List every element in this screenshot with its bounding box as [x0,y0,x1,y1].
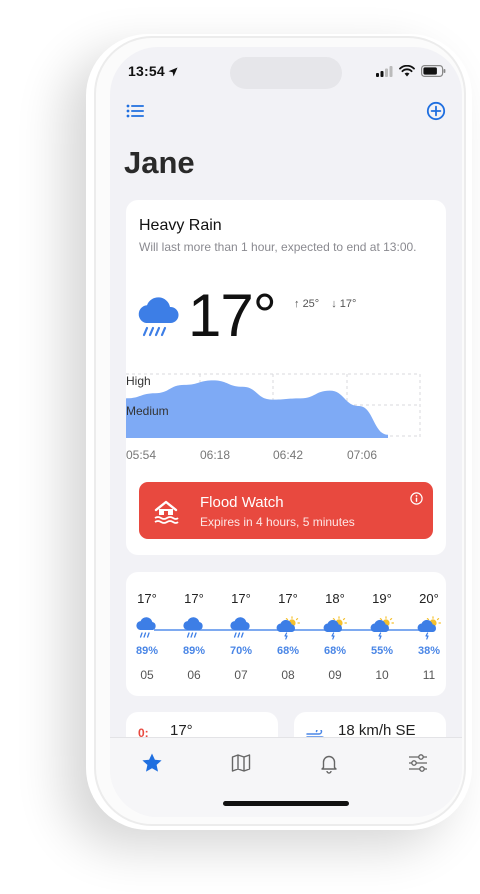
hourly-precip-chance: 55% [370,645,394,657]
settings-sliders-icon [409,754,427,772]
high-temp-value: 25° [302,298,320,310]
hourly-temp: 19° [372,591,392,606]
hourly-forecast-card[interactable]: 17° 89% 05 17° 89% 06 17° 70% 07 17° 68% 08 18° 68% 09… [126,572,446,696]
app-screen: 13:54 Jane Heavy Rain Will last more tha… [110,47,462,817]
time-tick: 06:42 [273,448,304,462]
hourly-hour: 11 [422,668,436,682]
hourly-item: 17° 89% 06 [177,572,211,696]
hourly-temp: 20° [419,591,439,606]
flooded-house-icon [154,500,179,524]
wifi-icon [399,65,415,77]
map-icon [231,754,251,772]
high-low: ↑ 25° ↓ 17° [294,298,356,310]
tab-notifications[interactable] [318,752,340,774]
hourly-hour: 06 [187,668,201,682]
chart-level-medium: Medium [126,404,169,418]
hourly-hour: 07 [234,668,248,682]
chart-level-high: High [126,374,151,388]
locations-list-button[interactable] [126,103,146,119]
sun-thunder-cloud-icon [276,616,300,640]
hourly-temp: 17° [278,591,298,606]
rain-cloud-icon [136,617,156,638]
time-tick: 06:18 [200,448,231,462]
hourly-temp: 18° [325,591,345,606]
hourly-precip-chance: 68% [323,645,347,657]
plus-circle-icon [426,101,446,121]
time-tick: 07:06 [347,448,378,462]
favorites-star-icon [142,753,162,772]
time-tick: 05:54 [126,448,157,462]
alert-subtitle: Expires in 4 hours, 5 minutes [200,515,355,529]
page-title: Jane [124,145,195,180]
chart-time-ticks: 05:54 06:18 06:42 07:06 [126,448,426,464]
current-conditions-card[interactable]: Heavy Rain Will last more than 1 hour, e… [126,200,446,555]
low-temp-value: 17° [339,298,357,310]
tab-favorites[interactable] [141,752,163,774]
hourly-temp: 17° [137,591,157,606]
add-location-button[interactable] [426,101,446,121]
hourly-precip-chance: 68% [276,645,300,657]
status-time: 13:54 [128,63,178,79]
system-icons [376,65,446,77]
hourly-precip-chance: 38% [417,645,441,657]
tab-map[interactable] [230,752,252,774]
flood-watch-alert[interactable]: Flood Watch Expires in 4 hours, 5 minute… [139,482,433,539]
current-temperature: 17° [188,282,277,349]
sun-thunder-cloud-icon [323,616,347,640]
battery-icon [421,65,446,77]
home-indicator [223,801,349,806]
hourly-hour: 08 [281,668,295,682]
condition-description: Will last more than 1 hour, expected to … [139,240,417,254]
dynamic-island [230,57,342,89]
hourly-precip-chance: 89% [182,645,206,657]
low-temp: ↓ 17° [331,298,357,310]
tab-settings[interactable] [407,752,429,774]
hourly-item: 20° 38% 11 [412,572,446,696]
hourly-item: 17° 70% 07 [224,572,258,696]
hourly-item: 17° 89% 05 [130,572,164,696]
hourly-temp: 17° [231,591,251,606]
rain-cloud-icon [230,617,250,638]
hourly-temp: 17° [184,591,204,606]
signal-bars-icon [376,65,393,77]
hourly-item: 19° 55% 10 [365,572,399,696]
rain-cloud-icon [183,617,203,638]
hourly-hour: 10 [375,668,389,682]
status-time-text: 13:54 [128,63,165,79]
notifications-bell-icon [321,755,337,774]
condition-title: Heavy Rain [139,217,222,234]
location-arrow-icon [168,67,178,77]
hourly-item: 18° 68% 09 [318,572,352,696]
sun-thunder-cloud-icon [370,616,394,640]
precipitation-chart [126,373,421,438]
info-icon[interactable] [410,492,423,505]
sun-thunder-cloud-icon [417,616,441,640]
hourly-hour: 05 [140,668,154,682]
hourly-item: 17° 68% 08 [271,572,305,696]
hourly-hour: 09 [328,668,342,682]
alert-title: Flood Watch [200,494,284,511]
status-bar: 13:54 [110,47,462,95]
high-temp: ↑ 25° [294,298,320,310]
hourly-precip-chance: 89% [135,645,159,657]
rain-cloud-icon [138,297,179,337]
list-icon [126,104,144,118]
hourly-precip-chance: 70% [229,645,253,657]
